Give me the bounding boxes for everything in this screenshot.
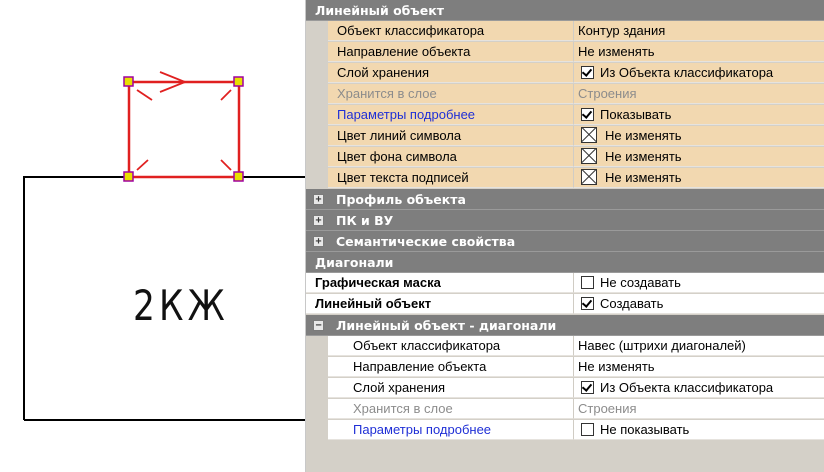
- prop-row: Хранится в слое Строения: [306, 399, 824, 420]
- plus-icon[interactable]: +: [313, 236, 324, 247]
- diag-tick-tl: [136, 89, 153, 101]
- property-grid[interactable]: Линейный объект Объект классификатора Ко…: [306, 0, 824, 472]
- prop-value-text: Из Объекта классификатора: [600, 65, 774, 80]
- prop-row[interactable]: Цвет линий символа Не изменять: [306, 126, 824, 147]
- prop-name: Линейный объект: [306, 294, 574, 314]
- prop-value[interactable]: Не изменять: [574, 357, 824, 377]
- prop-row[interactable]: Слой хранения Из Объекта классификатора: [306, 378, 824, 399]
- prop-row[interactable]: Цвет фона символа Не изменять: [306, 147, 824, 168]
- prop-row[interactable]: Графическая маска Не создавать: [306, 273, 824, 294]
- prop-row[interactable]: Цвет текста подписей Не изменять: [306, 168, 824, 189]
- prop-value: Строения: [574, 84, 824, 104]
- plus-icon[interactable]: +: [313, 194, 324, 205]
- prop-value[interactable]: Из Объекта классификатора: [574, 378, 824, 398]
- prop-row[interactable]: Линейный объект Создавать: [306, 294, 824, 315]
- section-title: Диагонали: [315, 255, 394, 270]
- vertex-marker[interactable]: [123, 171, 134, 182]
- vertex-marker[interactable]: [123, 76, 134, 87]
- prop-value-text: Из Объекта классификатора: [600, 380, 774, 395]
- prop-row[interactable]: Направление объекта Не изменять: [306, 357, 824, 378]
- prop-value[interactable]: Контур здания: [574, 21, 824, 41]
- prop-name: Направление объекта: [328, 357, 574, 377]
- prop-row[interactable]: Объект классификатора Контур здания: [306, 21, 824, 42]
- checkbox-icon[interactable]: [581, 423, 594, 436]
- building-label: 2КЖ: [133, 281, 229, 330]
- prop-value-text: Не создавать: [600, 275, 681, 290]
- diag-tick-tr: [220, 89, 232, 101]
- checkbox-icon[interactable]: [581, 108, 594, 121]
- checkbox-icon[interactable]: [581, 66, 594, 79]
- section-title: Семантические свойства: [336, 234, 516, 249]
- drawing-svg: [23, 71, 305, 421]
- drawing-canvas[interactable]: 2КЖ: [0, 0, 306, 472]
- prop-row[interactable]: Слой хранения Из Объекта классификатора: [306, 63, 824, 84]
- prop-value-text: Не показывать: [600, 422, 690, 437]
- checkbox-icon[interactable]: [581, 297, 594, 310]
- color-none-icon[interactable]: [581, 148, 597, 164]
- section-title: Линейный объект: [315, 3, 444, 18]
- prop-value-text: Не изменять: [605, 170, 682, 185]
- prop-name: Слой хранения: [328, 63, 574, 83]
- prop-value[interactable]: Не показывать: [574, 420, 824, 440]
- prop-row[interactable]: Объект классификатора Навес (штрихи диаг…: [306, 336, 824, 357]
- prop-name: Графическая маска: [306, 273, 574, 293]
- section-profile[interactable]: + Профиль объекта: [306, 189, 824, 210]
- prop-name: Объект классификатора: [328, 336, 574, 356]
- prop-value-text: Создавать: [600, 296, 664, 311]
- prop-value[interactable]: Не создавать: [574, 273, 824, 293]
- section-linear-diagonals[interactable]: − Линейный объект - диагонали: [306, 315, 824, 336]
- prop-row[interactable]: Направление объекта Не изменять: [306, 42, 824, 63]
- prop-name: Цвет текста подписей: [328, 168, 574, 188]
- vertex-marker[interactable]: [233, 76, 244, 87]
- diag-tick-br: [220, 159, 232, 171]
- section-title: ПК и ВУ: [336, 213, 394, 228]
- minus-icon[interactable]: −: [313, 320, 324, 331]
- vertex-marker[interactable]: [233, 171, 244, 182]
- prop-value[interactable]: Не изменять: [574, 147, 824, 167]
- section-pk-vu[interactable]: + ПК и ВУ: [306, 210, 824, 231]
- prop-name: Хранится в слое: [328, 399, 574, 419]
- section-diagonals[interactable]: Диагонали: [306, 252, 824, 273]
- prop-value[interactable]: Не изменять: [574, 42, 824, 62]
- color-none-icon[interactable]: [581, 127, 597, 143]
- prop-name: Параметры подробнее: [328, 105, 574, 125]
- checkbox-icon[interactable]: [581, 276, 594, 289]
- section-linear-object[interactable]: Линейный объект: [306, 0, 824, 21]
- prop-name: Параметры подробнее: [328, 420, 574, 440]
- prop-value-text: Показывать: [600, 107, 672, 122]
- prop-value-text: Не изменять: [605, 128, 682, 143]
- prop-name: Хранится в слое: [328, 84, 574, 104]
- plus-icon[interactable]: +: [313, 215, 324, 226]
- prop-name: Направление объекта: [328, 42, 574, 62]
- checkbox-icon[interactable]: [581, 381, 594, 394]
- prop-row[interactable]: Параметры подробнее Не показывать: [306, 420, 824, 441]
- section-semantic[interactable]: + Семантические свойства: [306, 231, 824, 252]
- prop-name: Цвет линий символа: [328, 126, 574, 146]
- prop-row: Хранится в слое Строения: [306, 84, 824, 105]
- prop-value: Строения: [574, 399, 824, 419]
- prop-name: Объект классификатора: [328, 21, 574, 41]
- prop-name: Цвет фона символа: [328, 147, 574, 167]
- prop-value[interactable]: Не изменять: [574, 126, 824, 146]
- prop-value[interactable]: Навес (штрихи диагоналей): [574, 336, 824, 356]
- prop-value[interactable]: Показывать: [574, 105, 824, 125]
- prop-value[interactable]: Не изменять: [574, 168, 824, 188]
- prop-row[interactable]: Параметры подробнее Показывать: [306, 105, 824, 126]
- prop-value[interactable]: Из Объекта классификатора: [574, 63, 824, 83]
- color-none-icon[interactable]: [581, 169, 597, 185]
- prop-value[interactable]: Создавать: [574, 294, 824, 314]
- section-title: Линейный объект - диагонали: [336, 318, 557, 333]
- prop-value-text: Не изменять: [605, 149, 682, 164]
- section-title: Профиль объекта: [336, 192, 466, 207]
- prop-name: Слой хранения: [328, 378, 574, 398]
- diag-tick-bl: [136, 159, 149, 171]
